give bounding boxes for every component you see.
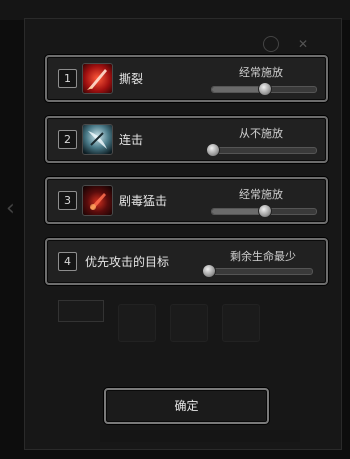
slider-knob[interactable] [206,143,220,157]
combo-skill-icon [82,124,113,155]
background-bottom-bar [100,430,300,442]
background-tactic-button [58,300,104,322]
tactic-row-3: 3 剧毒猛击 经常施放 [45,177,328,224]
tactic-row-2: 2 连击 从不施放 [45,116,328,163]
tactic-index: 3 [58,191,77,210]
background-skill-icon [118,304,156,342]
slider-fill [212,87,264,92]
close-icon: ✕ [298,37,309,51]
tactic-mode-label: 从不施放 [239,127,283,140]
tactic-frequency-slider[interactable] [211,82,317,96]
tactic-row-4: 4 优先攻击的目标 剩余生命最少 [45,238,328,285]
tactic-mode-label: 经常施放 [239,66,283,79]
tactic-skill-name: 连击 [119,133,144,147]
left-arrow-icon: ‹ [6,196,15,221]
tactic-index: 4 [58,252,77,271]
tactic-row-1: 1 撕裂 经常施放 [45,55,328,102]
background-top-bar [0,0,350,20]
tactic-skill-name: 剧毒猛击 [119,194,168,208]
background-skill-icon [170,304,208,342]
slider-knob[interactable] [258,82,272,96]
tactic-target-slider[interactable] [202,264,313,278]
help-icon [263,36,279,52]
slider-knob[interactable] [202,264,216,278]
tactic-frequency-slider[interactable] [211,204,317,218]
background-skill-icon [222,304,260,342]
tactic-index: 1 [58,69,77,88]
tactic-mode-label: 经常施放 [239,188,283,201]
toxic-strike-skill-icon [82,185,113,216]
slider-knob[interactable] [258,204,272,218]
tactic-skill-name: 撕裂 [119,72,144,86]
tactic-index: 2 [58,130,77,149]
tactic-mode-label: 剩余生命最少 [230,250,296,263]
tactic-frequency-slider[interactable] [206,143,317,157]
tear-skill-icon [82,63,113,94]
slider-fill [212,209,264,214]
tactic-target-name: 优先攻击的目标 [85,255,170,269]
confirm-button[interactable]: 确定 [104,388,269,424]
